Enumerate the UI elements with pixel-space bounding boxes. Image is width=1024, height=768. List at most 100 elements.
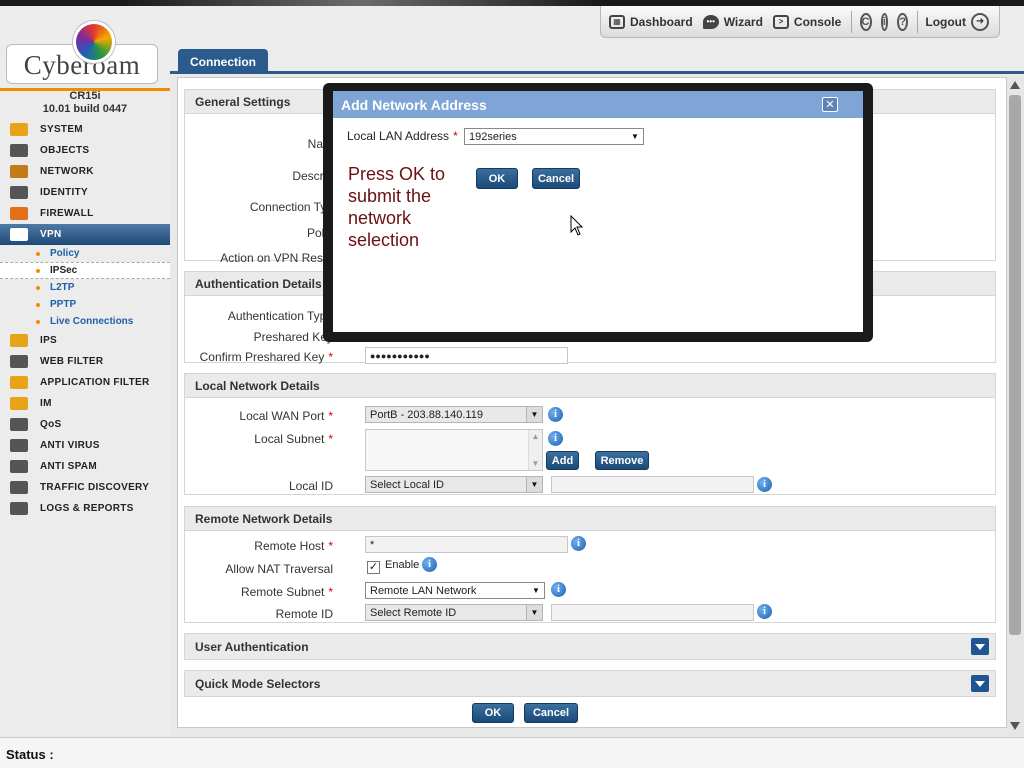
- tab-connection[interactable]: Connection: [178, 49, 268, 74]
- menu-item-firewall[interactable]: FIREWALL: [0, 203, 170, 224]
- local-network-section: Local Network Details Local WAN Port * Po…: [184, 373, 996, 495]
- expand-icon[interactable]: [971, 638, 989, 655]
- logout-label: Logout: [925, 14, 967, 29]
- nat-traversal-checkbox[interactable]: ✓: [367, 561, 380, 574]
- local-id-select[interactable]: Select Local ID ▼: [365, 476, 543, 493]
- im-icon: [10, 397, 28, 410]
- remote-subnet-select[interactable]: Remote LAN Network ▼: [365, 582, 545, 599]
- logs-reports-icon: [10, 502, 28, 515]
- bullet-icon: [36, 251, 40, 256]
- info-icon[interactable]: i: [422, 557, 437, 572]
- required-marker: *: [328, 585, 333, 599]
- menu-item-im[interactable]: IM: [0, 393, 170, 414]
- info-icon[interactable]: i: [757, 604, 772, 619]
- menu-label: WEB FILTER: [40, 356, 104, 367]
- wizard-icon: •••: [702, 14, 719, 29]
- scroll-thumb[interactable]: [1009, 95, 1021, 635]
- menu-item-web-filter[interactable]: WEB FILTER: [0, 351, 170, 372]
- section-title: User Authentication: [185, 634, 995, 659]
- expand-icon[interactable]: [971, 675, 989, 692]
- menu-item-vpn[interactable]: VPN: [0, 224, 170, 245]
- ok-button[interactable]: OK: [472, 703, 514, 723]
- menu-item-traffic-discovery[interactable]: TRAFFIC DISCOVERY: [0, 477, 170, 498]
- menu-label: VPN: [40, 229, 62, 240]
- menu-item-application-filter[interactable]: APPLICATION FILTER: [0, 372, 170, 393]
- local-lan-address-select[interactable]: 192series ▼: [464, 128, 644, 145]
- menu-item-identity[interactable]: IDENTITY: [0, 182, 170, 203]
- quick-mode-selectors-section[interactable]: Quick Mode Selectors: [184, 670, 996, 697]
- sub-item-l2tp[interactable]: L2TP: [0, 279, 170, 296]
- header: ▦ Dashboard ••• Wizard > Console C i ? L…: [0, 6, 1024, 44]
- remote-host-input[interactable]: *: [365, 536, 568, 553]
- info-icon[interactable]: i: [757, 477, 772, 492]
- menu-item-anti-virus[interactable]: ANTI VIRUS: [0, 435, 170, 456]
- menu-item-objects[interactable]: OBJECTS: [0, 140, 170, 161]
- sub-item-policy[interactable]: Policy: [0, 245, 170, 262]
- label-text: Local WAN Port: [239, 409, 325, 423]
- menu-label: IM: [40, 398, 52, 409]
- menu-label: ANTI VIRUS: [40, 440, 100, 451]
- remote-id-input[interactable]: [551, 604, 754, 621]
- menu-item-logs-reports[interactable]: LOGS & REPORTS: [0, 498, 170, 519]
- scroll-down-icon[interactable]: [1010, 722, 1020, 730]
- cancel-button[interactable]: Cancel: [524, 703, 578, 723]
- sub-item-live-connections[interactable]: Live Connections: [0, 313, 170, 330]
- user-authentication-section[interactable]: User Authentication: [184, 633, 996, 660]
- remote-id-select[interactable]: Select Remote ID ▼: [365, 604, 543, 621]
- scroll-up-icon[interactable]: [1010, 81, 1020, 89]
- select-value: Select Local ID: [370, 478, 444, 491]
- network-icon: [10, 165, 28, 178]
- help-icon[interactable]: ?: [897, 12, 909, 31]
- remove-subnet-button[interactable]: Remove: [595, 451, 649, 470]
- logout-link[interactable]: Logout ➜: [925, 12, 990, 31]
- select-value: Remote LAN Network: [370, 584, 477, 597]
- sub-label: Live Connections: [50, 316, 134, 327]
- local-id-input[interactable]: [551, 476, 754, 493]
- sub-label: Policy: [50, 248, 80, 259]
- status-bar: Status :: [0, 737, 1024, 768]
- dashboard-link[interactable]: ▦ Dashboard: [609, 14, 693, 29]
- info-icon[interactable]: i: [548, 431, 563, 446]
- info-icon[interactable]: i: [571, 536, 586, 551]
- remote-host-label: Remote Host *: [254, 539, 333, 553]
- local-subnet-list[interactable]: ▲ ▼: [365, 429, 543, 471]
- system-icon: [10, 123, 28, 136]
- label-text: Local Subnet: [254, 432, 325, 446]
- local-wan-port-select[interactable]: PortB - 203.88.140.119 ▼: [365, 406, 543, 423]
- info-icon[interactable]: i: [548, 407, 563, 422]
- menu-label: LOGS & REPORTS: [40, 503, 134, 514]
- confirm-preshared-key-input[interactable]: ●●●●●●●●●●●: [365, 347, 568, 364]
- select-value: 192series: [469, 130, 517, 143]
- wizard-link[interactable]: ••• Wizard: [702, 14, 763, 29]
- info-icon[interactable]: i: [880, 12, 889, 31]
- page-scrollbar[interactable]: [1007, 77, 1024, 737]
- list-scrollbar[interactable]: ▲ ▼: [528, 430, 542, 470]
- scroll-up-icon: ▲: [531, 432, 540, 441]
- menu-label: IDENTITY: [40, 187, 88, 198]
- menu-item-network[interactable]: NETWORK: [0, 161, 170, 182]
- menu-item-anti-spam[interactable]: ANTI SPAM: [0, 456, 170, 477]
- menu-item-qos[interactable]: QoS: [0, 414, 170, 435]
- bullet-icon: [36, 302, 40, 307]
- chevron-down-icon: ▼: [627, 129, 643, 144]
- info-icon[interactable]: i: [551, 582, 566, 597]
- sub-item-pptp[interactable]: PPTP: [0, 296, 170, 313]
- required-marker: *: [328, 539, 333, 553]
- remote-network-section: Remote Network Details Remote Host * * i …: [184, 506, 996, 623]
- menu-item-ips[interactable]: IPS: [0, 330, 170, 351]
- form-row: Confirm Preshared Key * ●●●●●●●●●●●: [185, 347, 997, 367]
- add-subnet-button[interactable]: Add: [546, 451, 579, 470]
- menu-label: QoS: [40, 419, 62, 430]
- enable-label: Enable: [385, 559, 420, 571]
- console-link[interactable]: > Console: [772, 14, 841, 29]
- dialog-ok-button[interactable]: OK: [476, 168, 518, 189]
- back-icon[interactable]: C: [859, 12, 872, 31]
- label-text: Remote Host: [254, 539, 325, 553]
- form-row: Local ID Select Local ID ▼ i: [185, 476, 997, 496]
- sub-item-ipsec[interactable]: IPSec: [0, 262, 170, 279]
- sub-label: L2TP: [50, 282, 75, 293]
- close-icon[interactable]: ✕: [822, 97, 838, 112]
- label-text: Local LAN Address: [347, 129, 450, 143]
- menu-item-system[interactable]: SYSTEM: [0, 119, 170, 140]
- dialog-cancel-button[interactable]: Cancel: [532, 168, 580, 189]
